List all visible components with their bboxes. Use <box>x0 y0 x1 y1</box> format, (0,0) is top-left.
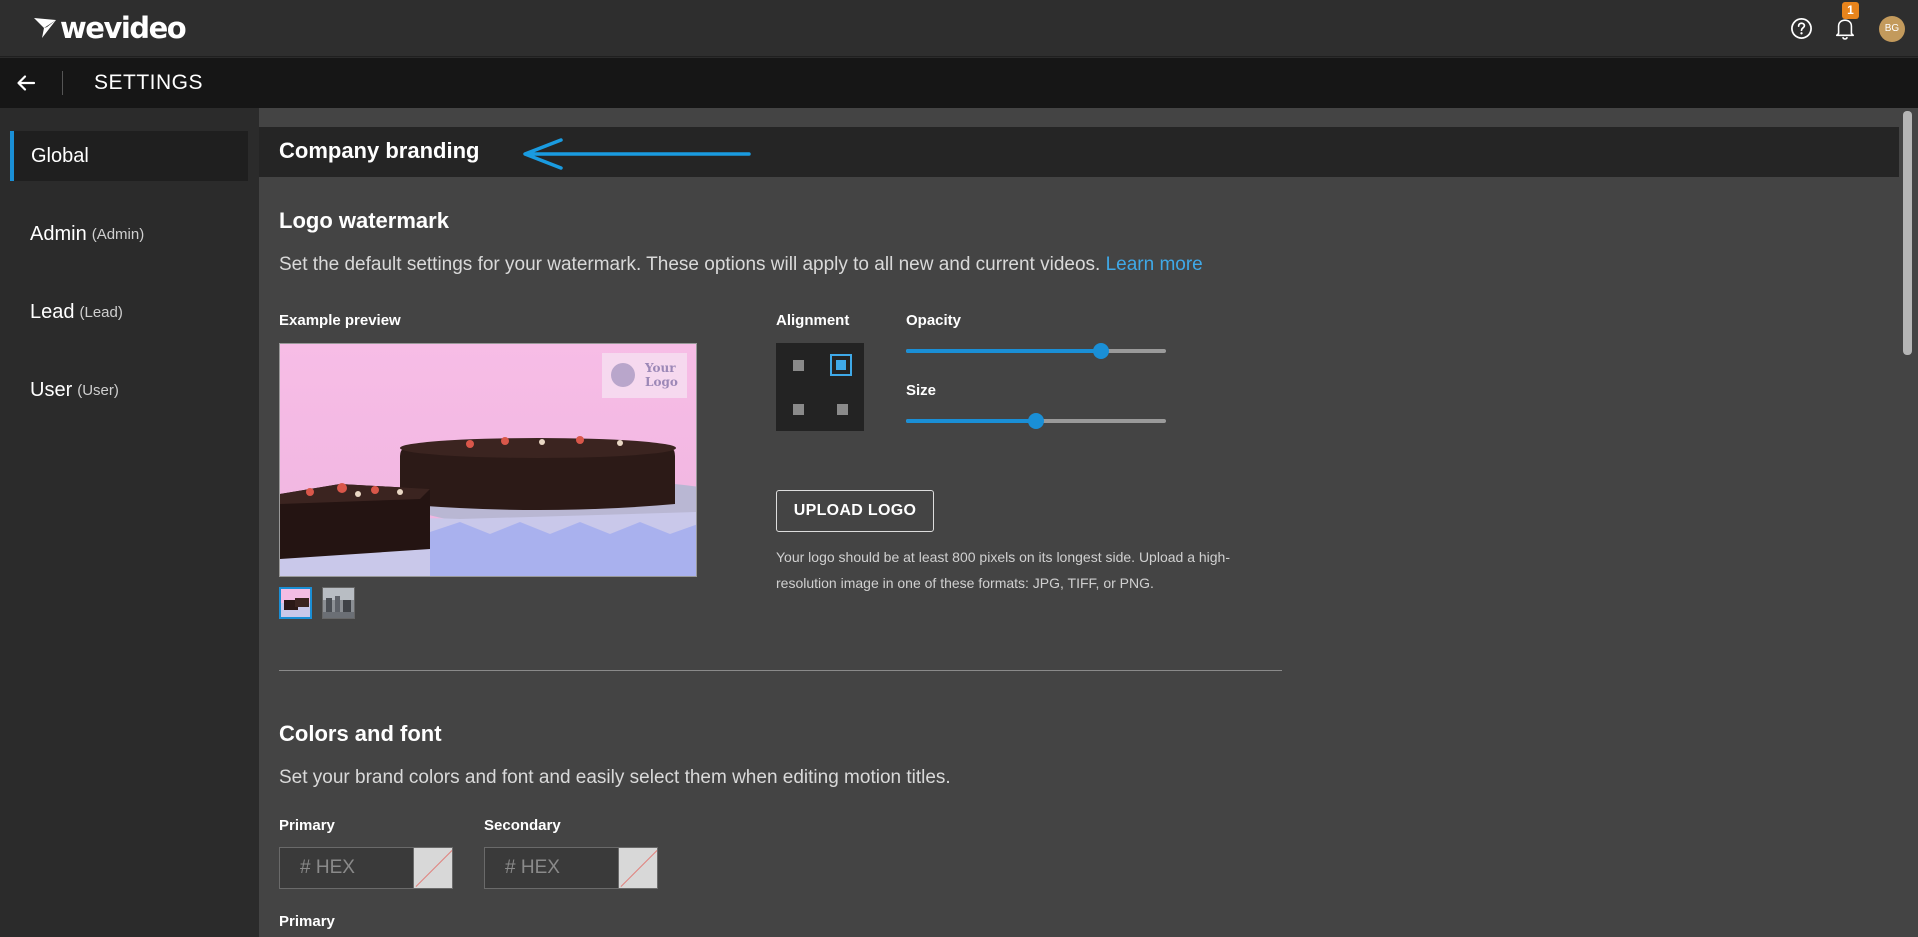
slider-fill <box>906 419 1036 423</box>
sidebar-item-label: User <box>30 378 73 401</box>
size-slider[interactable] <box>906 411 1166 431</box>
description-text: Set the default settings for your waterm… <box>279 254 1101 275</box>
wevideo-logo-icon <box>34 18 56 38</box>
sidebar-item-lead[interactable]: Lead (Lead) <box>10 287 248 337</box>
slider-knob[interactable] <box>1093 343 1109 359</box>
colors-and-font-description: Set your brand colors and font and easil… <box>279 767 951 788</box>
settings-divider <box>62 71 63 95</box>
section-divider <box>279 670 1282 671</box>
bell-icon[interactable] <box>1834 16 1856 40</box>
sidebar-item-role: (Lead) <box>79 303 123 321</box>
primary-color-swatch[interactable] <box>413 848 452 888</box>
primary-font-label: Primary <box>279 913 335 930</box>
align-bottom-left[interactable] <box>793 404 804 415</box>
preview-thumbnail-cake[interactable] <box>279 587 312 619</box>
align-top-right[interactable] <box>830 354 852 376</box>
sidebar-item-label: Global <box>31 144 89 167</box>
example-preview-image: Your Logo <box>279 343 697 577</box>
company-branding-header: Company branding <box>259 127 1899 177</box>
help-icon[interactable] <box>1790 17 1813 40</box>
sidebar-item-role: (Admin) <box>91 225 145 243</box>
sidebar-item-admin[interactable]: Admin (Admin) <box>10 209 248 259</box>
preview-logo-line-2: Logo <box>645 375 678 389</box>
cake-preview-illustration: Your Logo <box>280 344 696 576</box>
notification-badge[interactable]: 1 <box>1842 2 1859 19</box>
alignment-grid <box>776 343 864 431</box>
secondary-color-field <box>484 847 658 889</box>
upload-logo-button[interactable]: UPLOAD LOGO <box>776 490 934 532</box>
logo-text: wevideo <box>60 11 187 45</box>
secondary-hex-input[interactable] <box>485 848 618 888</box>
slider-fill <box>906 349 1101 353</box>
secondary-color-label: Secondary <box>484 817 561 834</box>
sidebar-item-user[interactable]: User (User) <box>10 365 248 415</box>
opacity-label: Opacity <box>906 312 962 329</box>
wevideo-logo[interactable]: wevideo <box>33 11 187 45</box>
alignment-label: Alignment <box>776 312 850 329</box>
preview-thumbnail-city[interactable] <box>322 587 355 619</box>
sidebar-item-label: Lead <box>30 300 75 323</box>
sidebar-item-label: Admin <box>30 222 87 245</box>
preview-logo-line-1: Your <box>644 361 676 375</box>
sidebar-item-global[interactable]: Global <box>10 131 248 181</box>
section-title: Company branding <box>279 138 480 163</box>
primary-color-field <box>279 847 453 889</box>
settings-bar: SETTINGS <box>0 58 1918 108</box>
secondary-color-swatch[interactable] <box>618 848 657 888</box>
upload-help-text: Your logo should be at least 800 pixels … <box>776 549 1231 591</box>
primary-color-label: Primary <box>279 817 335 834</box>
thumbnail-cake-image <box>281 589 310 617</box>
learn-more-link[interactable]: Learn more <box>1106 254 1203 275</box>
slider-knob[interactable] <box>1028 413 1044 429</box>
primary-hex-input[interactable] <box>280 848 413 888</box>
sidebar-item-role: (User) <box>77 381 119 399</box>
opacity-slider[interactable] <box>906 341 1166 361</box>
annotation-arrow-icon <box>523 138 751 170</box>
sidebar: Global Admin (Admin) Lead (Lead) User (U… <box>0 108 259 937</box>
thumbnail-city-image <box>323 588 354 618</box>
example-preview-label: Example preview <box>279 312 401 329</box>
align-top-left[interactable] <box>793 360 804 371</box>
main-content: Company branding Logo watermark Set the … <box>259 108 1918 937</box>
align-bottom-right[interactable] <box>837 404 848 415</box>
back-arrow-icon[interactable] <box>15 72 37 94</box>
avatar[interactable]: BG <box>1879 16 1905 42</box>
logo-watermark-description: Set the default settings for your waterm… <box>279 254 1203 276</box>
page-title: SETTINGS <box>94 71 204 94</box>
top-bar: wevideo 1 BG <box>0 0 1918 57</box>
colors-and-font-title: Colors and font <box>279 721 442 746</box>
size-label: Size <box>906 382 937 399</box>
scrollbar-thumb[interactable] <box>1903 111 1912 355</box>
logo-watermark-title: Logo watermark <box>279 208 449 233</box>
